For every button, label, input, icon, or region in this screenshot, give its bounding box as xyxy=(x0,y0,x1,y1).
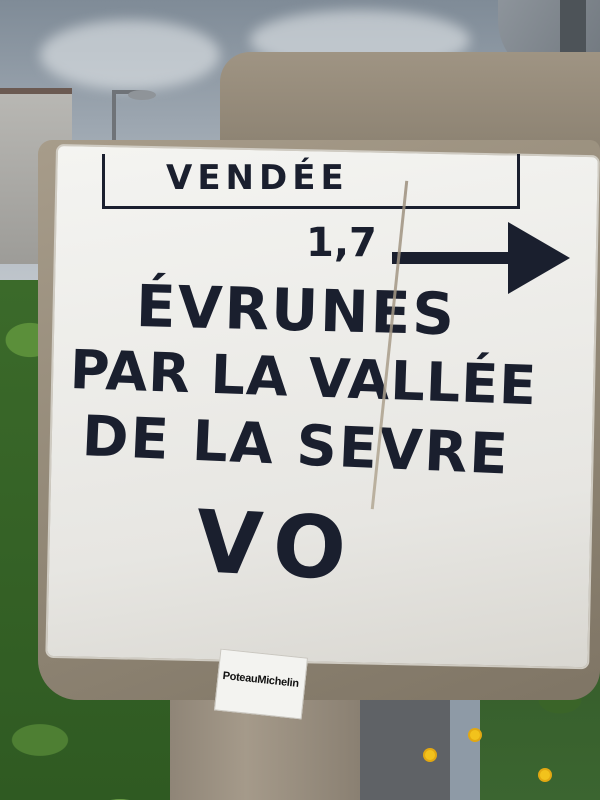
arrow-right-icon xyxy=(508,222,570,294)
stone-cap xyxy=(220,52,600,152)
yellow-flower xyxy=(470,730,480,740)
yellow-flower xyxy=(425,750,435,760)
region-label: VENDÉE xyxy=(166,158,349,198)
route-code: VO xyxy=(193,492,361,601)
sticker-label: PoteauMichelin xyxy=(222,669,300,690)
michelin-sticker: PoteauMichelin xyxy=(214,648,308,720)
direction-arrow xyxy=(392,252,520,264)
yellow-flower xyxy=(540,770,550,780)
destination-line-1: ÉVRUNES xyxy=(135,272,457,349)
distance-label: 1,7 xyxy=(306,220,377,266)
